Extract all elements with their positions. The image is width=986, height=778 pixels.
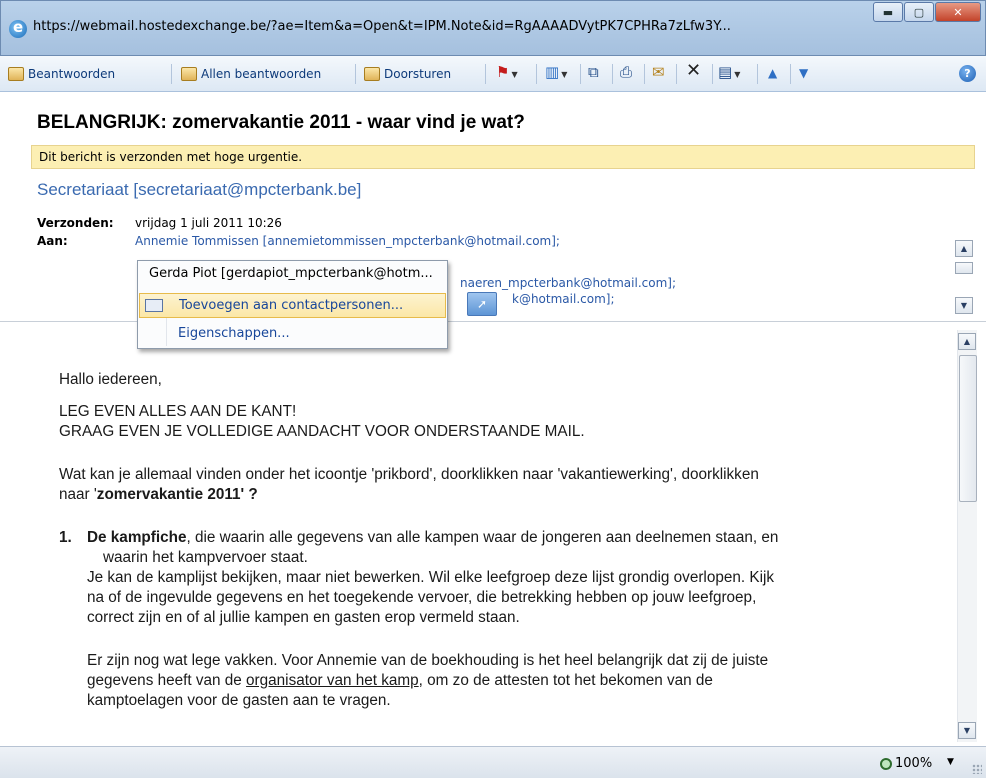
- zoom-icon: [880, 757, 892, 770]
- window-url: https://webmail.hostedexchange.be/?ae=It…: [33, 19, 731, 34]
- toolbar-separator: [536, 64, 537, 84]
- body-scrollbar[interactable]: ▲ ▼: [957, 330, 977, 742]
- scroll-down-button[interactable]: ▼: [958, 722, 976, 739]
- scroll-thumb[interactable]: [959, 355, 977, 502]
- menu-item-label: Toevoegen aan contactpersonen...: [179, 298, 404, 313]
- list-number: 1.: [59, 529, 72, 546]
- reply-all-label: Allen beantwoorden: [201, 67, 322, 81]
- toolbar-separator: [712, 64, 713, 84]
- body-paragraph: Wat kan je allemaal vinden onder het ico…: [59, 466, 759, 483]
- list-item-text: Er zijn nog wat lege vakken. Voor Annemi…: [87, 652, 769, 669]
- reply-label: Beantwoorden: [28, 67, 116, 81]
- browser-icon: [9, 18, 27, 38]
- sender-name[interactable]: Secretariaat [secretariaat@mpcterbank.be…: [37, 180, 361, 200]
- toolbar-separator: [612, 64, 613, 84]
- properties-menu-item[interactable]: Eigenschappen...: [139, 321, 446, 346]
- flag-icon[interactable]: ⚑ ▼: [496, 63, 518, 81]
- previous-item-icon[interactable]: ▲: [768, 66, 777, 80]
- message-toolbar: Beantwoorden Allen beantwoorden Doorstur…: [0, 56, 986, 92]
- header-scrollbar[interactable]: ▲ ▼: [955, 230, 977, 315]
- delete-icon[interactable]: ✕: [686, 60, 701, 81]
- scroll-up-button[interactable]: ▲: [958, 333, 976, 350]
- to-label: Aan:: [37, 234, 68, 248]
- presence-icon[interactable]: ➚: [467, 292, 497, 316]
- underlined-text: organisator van het kamp: [246, 672, 419, 689]
- toolbar-separator: [757, 64, 758, 84]
- sent-value: vrijdag 1 juli 2011 10:26: [135, 216, 282, 230]
- contact-card-icon: [145, 299, 163, 312]
- toolbar-separator: [644, 64, 645, 84]
- menu-item-label: Eigenschappen...: [178, 326, 290, 341]
- recipient-context-menu: Gerda Piot [gerdapiot_mpcterbank@hotm...…: [137, 260, 448, 349]
- toolbar-separator: [580, 64, 581, 84]
- scroll-down-button[interactable]: ▼: [955, 297, 973, 314]
- scroll-track[interactable]: [955, 262, 973, 274]
- list-item-text: waarin het kampvervoer staat.: [103, 549, 308, 566]
- move-icon[interactable]: ⧉: [588, 63, 599, 81]
- close-window-button[interactable]: ✕: [935, 2, 981, 22]
- list-item-text: na of de ingevulde gegevens en het toege…: [87, 589, 757, 606]
- body-text-span: naar ': [59, 486, 97, 503]
- reply-all-button[interactable]: Allen beantwoorden: [181, 64, 321, 84]
- maximize-button[interactable]: ▢: [904, 2, 934, 22]
- more-actions-icon[interactable]: ▤ ▼: [718, 63, 740, 81]
- recipient-link[interactable]: Annemie Tommissen [annemietommissen_mpct…: [135, 234, 560, 248]
- list-item-text: De kampfiche, die waarin alle gegevens v…: [87, 529, 778, 547]
- resize-grip[interactable]: [972, 764, 982, 774]
- forward-icon: [364, 67, 380, 81]
- list-item-text: gegevens heeft van de organisator van he…: [87, 672, 713, 690]
- add-to-contacts-menu-item[interactable]: Toevoegen aan contactpersonen...: [139, 293, 446, 318]
- forward-label: Doorsturen: [384, 67, 452, 81]
- toolbar-separator: [485, 64, 486, 84]
- open-icon[interactable]: ✉: [652, 63, 665, 81]
- recipient-link[interactable]: k@hotmail.com];: [512, 292, 614, 306]
- help-icon[interactable]: ?: [959, 65, 976, 82]
- body-bold-text: zomervakantie 2011: [96, 486, 241, 503]
- status-bar: 100% ▼: [0, 746, 986, 778]
- print-icon[interactable]: ⎙: [620, 63, 632, 81]
- toolbar-separator: [355, 64, 356, 84]
- recipient-link[interactable]: naeren_mpcterbank@hotmail.com];: [460, 276, 676, 290]
- body-greeting: Hallo iedereen,: [59, 371, 162, 388]
- list-item-text: Je kan de kamplijst bekijken, maar niet …: [87, 569, 775, 586]
- chevron-down-icon[interactable]: ▼: [947, 757, 954, 767]
- list-item-text: kamptoelagen voor de gasten aan te vrage…: [87, 692, 391, 709]
- list-item-title: De kampfiche: [87, 529, 187, 546]
- body-text-span: gegevens heeft van de: [87, 672, 247, 689]
- zoom-control[interactable]: 100%: [880, 756, 932, 771]
- toolbar-separator: [790, 64, 791, 84]
- sent-label: Verzonden:: [37, 216, 114, 230]
- window-controls: ▬ ▢ ✕: [873, 2, 981, 22]
- forward-button[interactable]: Doorsturen: [364, 64, 451, 84]
- toolbar-separator: [676, 64, 677, 84]
- toolbar-separator: [171, 64, 172, 84]
- body-text-span: , om zo de attesten tot het bekomen van …: [418, 672, 713, 689]
- context-menu-header: Gerda Piot [gerdapiot_mpcterbank@hotm...: [149, 266, 433, 281]
- body-line: GRAAG EVEN JE VOLLEDIGE AANDACHT VOOR ON…: [59, 423, 585, 440]
- reply-button[interactable]: Beantwoorden: [8, 64, 115, 84]
- next-item-icon[interactable]: ▼: [799, 66, 808, 80]
- message-subject: BELANGRIJK: zomervakantie 2011 - waar vi…: [37, 112, 525, 133]
- list-item-text: correct zijn en of al jullie kampen en g…: [87, 609, 520, 626]
- categories-icon[interactable]: ▥ ▼: [545, 63, 567, 81]
- reply-all-icon: [181, 67, 197, 81]
- scroll-up-button[interactable]: ▲: [955, 240, 973, 257]
- body-paragraph: naar 'zomervakantie 2011' ?: [59, 486, 258, 504]
- body-line: LEG EVEN ALLES AAN DE KANT!: [59, 403, 297, 420]
- reply-icon: [8, 67, 24, 81]
- urgency-banner: Dit bericht is verzonden met hoge urgent…: [31, 145, 975, 169]
- zoom-level: 100%: [895, 756, 933, 771]
- window-title-bar: https://webmail.hostedexchange.be/?ae=It…: [0, 0, 986, 56]
- minimize-button[interactable]: ▬: [873, 2, 903, 22]
- body-text-span: ' ?: [240, 486, 258, 503]
- body-text-span: , die waarin alle gegevens van alle kamp…: [186, 529, 779, 546]
